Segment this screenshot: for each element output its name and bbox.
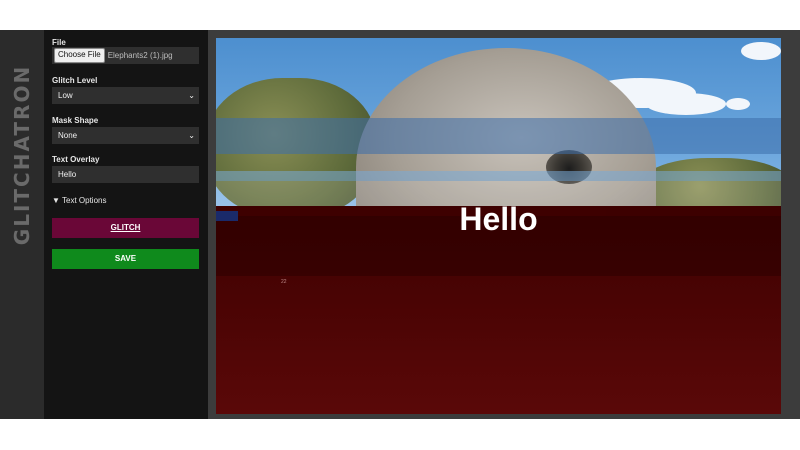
cloud [726, 98, 750, 110]
mask-shape-label: Mask Shape [52, 116, 99, 125]
canvas-small-label: 22 [281, 279, 287, 285]
brand-bar: GLITCHATRON [0, 30, 44, 419]
glitch-level-value: Low [58, 91, 73, 100]
control-panel: File Choose File Elephants2 (1).jpg Glit… [44, 30, 208, 419]
choose-file-button[interactable]: Choose File [54, 48, 105, 63]
text-overlay-input[interactable]: Hello [52, 166, 199, 183]
glitch-level-select[interactable]: Low ⌄ [52, 87, 199, 104]
app-window: GLITCHATRON File Choose File Elephants2 … [0, 30, 800, 419]
mask-shape-select[interactable]: None ⌄ [52, 127, 199, 144]
file-input[interactable]: Choose File Elephants2 (1).jpg [52, 47, 199, 64]
text-overlay-label: Text Overlay [52, 155, 100, 164]
file-label: File [52, 38, 66, 47]
text-options-toggle[interactable]: ▼ Text Options [52, 196, 106, 205]
brand-title: GLITCHATRON [10, 64, 34, 246]
mask-shape-value: None [58, 131, 78, 140]
overlay-text: Hello [459, 201, 538, 237]
save-button[interactable]: SAVE [52, 249, 199, 269]
file-name: Elephants2 (1).jpg [107, 51, 173, 60]
glitch-band [216, 118, 781, 154]
cloud [741, 42, 781, 60]
image-canvas[interactable]: Hello 22 [216, 38, 781, 414]
glitch-level-label: Glitch Level [52, 76, 98, 85]
chevron-down-icon: ⌄ [188, 91, 195, 100]
cloud [646, 93, 726, 115]
chevron-down-icon: ⌄ [188, 131, 195, 140]
glitch-button[interactable]: GLITCH [52, 218, 199, 238]
glitch-band [216, 171, 781, 181]
